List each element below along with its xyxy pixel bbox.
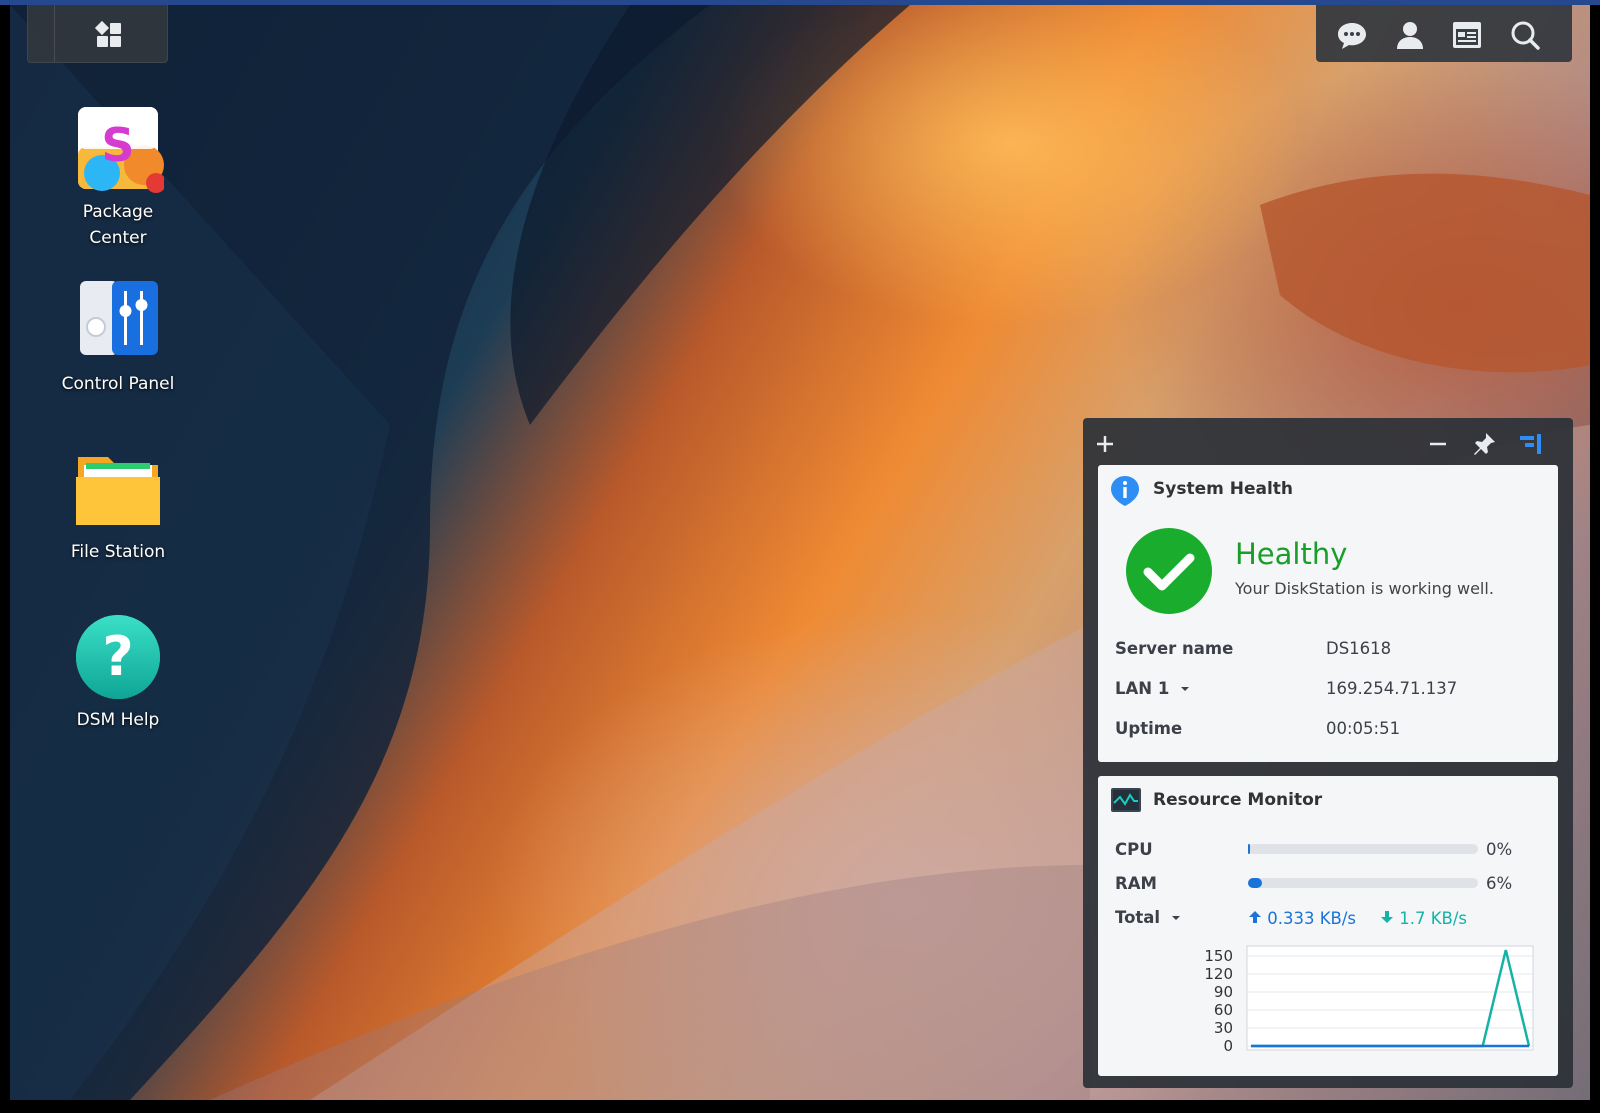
y-tick-label: 0	[1223, 1037, 1233, 1055]
user-icon[interactable]	[1394, 19, 1426, 51]
svg-text:S: S	[101, 118, 134, 172]
plus-icon[interactable]	[1091, 430, 1119, 458]
ram-label: RAM	[1115, 874, 1157, 893]
pin-icon[interactable]	[1470, 430, 1498, 458]
desktop-icon-label: Control Panel	[61, 374, 175, 394]
taskbar-separator	[54, 5, 55, 62]
cpu-usage-bar	[1248, 844, 1478, 854]
widget-layout-icon[interactable]	[1516, 430, 1544, 458]
server-name-label: Server name	[1115, 639, 1234, 658]
network-chart	[1246, 945, 1534, 1051]
svg-text:?: ?	[102, 625, 133, 688]
desktop-icon-file-station[interactable]: File Station	[48, 443, 188, 565]
desktop-icon-label: Package	[82, 202, 154, 222]
y-tick-label: 60	[1213, 1001, 1233, 1019]
uptime-value: 00:05:51	[1326, 719, 1401, 738]
desktop-icon-label: File Station	[70, 542, 166, 562]
info-icon	[1111, 476, 1139, 506]
upload-rate: 0.333 KB/s	[1248, 909, 1356, 928]
chat-icon[interactable]	[1336, 19, 1368, 51]
health-status: Healthy	[1235, 537, 1348, 571]
health-description: Your DiskStation is working well.	[1235, 579, 1494, 598]
uptime-label: Uptime	[1115, 719, 1183, 738]
cpu-usage-fill	[1248, 844, 1250, 854]
upload-arrow-icon	[1249, 911, 1261, 923]
caret-down-icon	[1181, 687, 1190, 691]
caret-down-icon	[1171, 916, 1180, 920]
y-tick-label: 120	[1204, 965, 1233, 983]
package-center-icon: S	[78, 107, 166, 193]
download-arrow-icon	[1381, 911, 1393, 923]
cpu-label: CPU	[1115, 840, 1153, 859]
desktop-icon-package-center[interactable]: S Package Center	[48, 103, 188, 251]
help-icon: ?	[76, 615, 160, 699]
widgets-icon[interactable]	[1451, 19, 1483, 51]
desktop-icon-control-panel[interactable]: Control Panel	[48, 275, 188, 397]
minus-icon[interactable]	[1424, 430, 1452, 458]
healthy-check-icon	[1126, 528, 1212, 614]
taskbar-left	[27, 5, 168, 63]
ram-usage-fill	[1248, 878, 1262, 888]
chart-plot-area	[1246, 945, 1534, 1051]
widget-title: System Health	[1153, 479, 1294, 499]
y-tick-label: 90	[1213, 983, 1233, 1001]
widget-panel: System Health Healthy Your DiskStation i…	[1083, 418, 1573, 1088]
y-tick-label: 150	[1204, 947, 1233, 965]
network-label: Total	[1115, 908, 1161, 927]
folder-icon	[76, 457, 160, 525]
widget-title: Resource Monitor	[1153, 790, 1323, 810]
desktop-icon-label: Center	[89, 228, 147, 248]
control-panel-icon	[80, 281, 158, 355]
search-icon[interactable]	[1509, 19, 1541, 51]
lan-ip-value: 169.254.71.137	[1326, 679, 1458, 698]
network-selector[interactable]: Total	[1115, 908, 1182, 927]
grid-icon[interactable]	[94, 20, 124, 50]
server-name-value: DS1618	[1326, 639, 1392, 658]
lan-selector[interactable]: LAN 1	[1115, 679, 1191, 698]
lan-label: LAN 1	[1115, 679, 1170, 698]
taskbar-right	[1316, 5, 1572, 62]
desktop-icon-label: DSM Help	[76, 710, 160, 730]
y-tick-label: 30	[1213, 1019, 1233, 1037]
ram-usage-bar	[1248, 878, 1478, 888]
resource-monitor-widget: Resource Monitor CPU 0% RAM 6% Total 0.3…	[1098, 776, 1558, 1076]
upload-rate-value: 0.333 KB/s	[1267, 909, 1357, 928]
download-rate: 1.7 KB/s	[1380, 909, 1467, 928]
system-health-widget: System Health Healthy Your DiskStation i…	[1098, 465, 1558, 762]
download-rate-value: 1.7 KB/s	[1399, 909, 1468, 928]
ram-percent: 6%	[1486, 874, 1513, 893]
cpu-percent: 0%	[1486, 840, 1513, 859]
desktop-icon-dsm-help[interactable]: ? DSM Help	[48, 611, 188, 733]
resource-monitor-icon	[1111, 788, 1141, 812]
